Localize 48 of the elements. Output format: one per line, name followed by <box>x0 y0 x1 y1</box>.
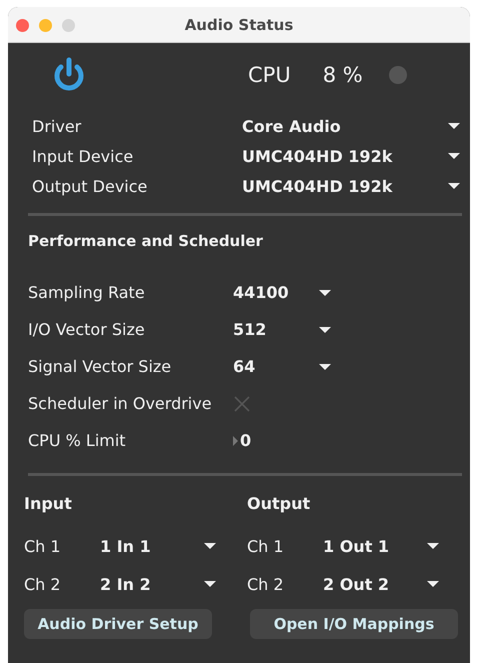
setting-label: Scheduler in Overdrive <box>28 394 213 413</box>
action-button[interactable]: Audio Driver Setup <box>24 609 212 639</box>
zoom-button[interactable] <box>62 19 75 32</box>
device-dropdown[interactable]: UMC404HD 192k <box>242 146 460 166</box>
setting-dropdown[interactable]: 512 <box>233 320 331 339</box>
dropdown-arrow-icon <box>448 153 460 159</box>
window-title: Audio Status <box>184 16 294 34</box>
dropdown-arrow-icon <box>319 326 331 332</box>
action-button[interactable]: Open I/O Mappings <box>250 609 458 639</box>
channel-label: Ch 1 <box>24 536 62 556</box>
channel-label: Ch 2 <box>247 574 285 594</box>
cpu-label: CPU <box>248 63 291 87</box>
channel-dropdown[interactable]: 2 In 2 <box>100 574 216 594</box>
number-arrow-icon <box>233 436 238 446</box>
device-label: Input Device <box>32 146 134 166</box>
setting-dropdown[interactable]: 64 <box>233 357 331 376</box>
dropdown-arrow-icon <box>204 581 216 587</box>
channel-dropdown[interactable]: 1 Out 1 <box>323 536 439 556</box>
power-icon[interactable] <box>52 57 86 93</box>
section-heading: Performance and Scheduler <box>27 231 264 250</box>
setting-label: I/O Vector Size <box>28 320 146 339</box>
setting-dropdown[interactable]: 44100 <box>233 283 331 302</box>
device-label: Output Device <box>32 176 148 196</box>
dropdown-arrow-icon <box>448 183 460 189</box>
dropdown-arrow-icon <box>427 581 439 587</box>
dropdown-arrow-icon <box>448 123 460 129</box>
dropdown-arrow-icon <box>319 290 331 296</box>
setting-label: CPU % Limit <box>28 431 127 450</box>
dropdown-arrow-icon <box>319 364 331 370</box>
channel-label: Ch 2 <box>24 574 62 594</box>
channel-dropdown[interactable]: 1 In 1 <box>100 536 216 556</box>
column-heading: Input <box>24 494 73 513</box>
setting-label: Signal Vector Size <box>28 357 172 376</box>
toggle-x-icon[interactable] <box>233 394 251 412</box>
cpu-indicator-icon <box>388 66 407 84</box>
device-dropdown[interactable]: UMC404HD 192k <box>242 176 460 196</box>
device-label: Driver <box>32 116 82 136</box>
device-dropdown[interactable]: Core Audio <box>242 116 460 136</box>
dropdown-arrow-icon <box>204 543 216 549</box>
minimize-button[interactable] <box>39 19 52 32</box>
channel-dropdown[interactable]: 2 Out 2 <box>323 574 439 594</box>
column-heading: Output <box>247 494 312 513</box>
setting-label: Sampling Rate <box>28 283 146 302</box>
close-button[interactable] <box>16 19 29 32</box>
channel-label: Ch 1 <box>247 536 285 556</box>
number-box[interactable]: 0 <box>233 431 252 450</box>
dropdown-arrow-icon <box>427 543 439 549</box>
cpu-value: 8 % <box>322 63 363 87</box>
